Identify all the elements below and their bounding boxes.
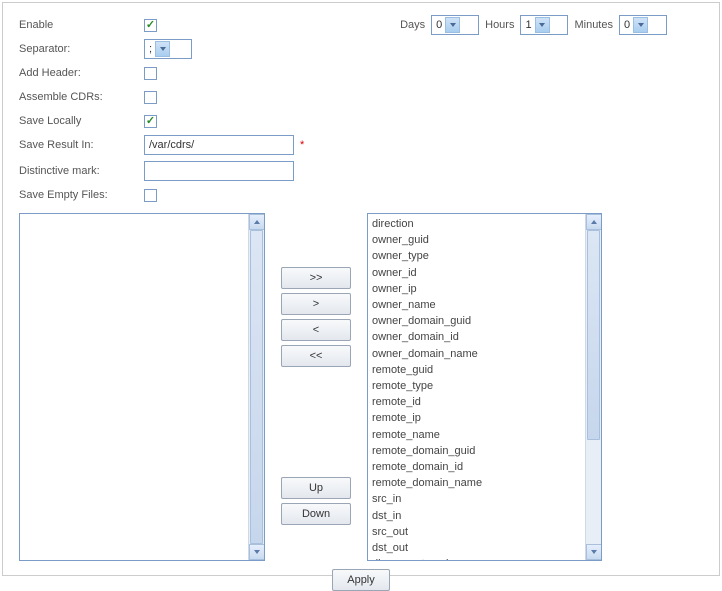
apply-button[interactable]: Apply <box>332 569 390 591</box>
list-item[interactable]: owner_name <box>372 297 597 313</box>
list-item[interactable]: remote_domain_name <box>372 475 597 491</box>
scrollbar-track[interactable] <box>250 230 263 544</box>
assemble-cdrs-label: Assemble CDRs: <box>19 91 144 103</box>
move-all-left-button[interactable]: << <box>281 345 351 367</box>
separator-select[interactable]: ; <box>144 39 192 59</box>
list-item[interactable]: remote_domain_id <box>372 459 597 475</box>
save-empty-files-checkbox[interactable] <box>144 189 157 202</box>
down-button[interactable]: Down <box>281 503 351 525</box>
scroll-up-icon[interactable] <box>249 214 265 230</box>
separator-value: ; <box>149 43 152 55</box>
selected-items-container <box>20 214 264 218</box>
list-item[interactable]: direction <box>372 216 597 232</box>
list-item[interactable]: owner_ip <box>372 281 597 297</box>
scroll-down-icon[interactable] <box>586 544 602 560</box>
add-header-checkbox[interactable] <box>144 67 157 80</box>
list-item[interactable]: src_in <box>372 491 597 507</box>
list-controls: >> > < << Up Down <box>265 213 367 561</box>
minutes-value: 0 <box>624 19 630 31</box>
distinctive-mark-label: Distinctive mark: <box>19 165 144 177</box>
move-all-right-button[interactable]: >> <box>281 267 351 289</box>
available-items-container: directionowner_guidowner_typeowner_idown… <box>368 214 601 561</box>
save-result-in-label: Save Result In: <box>19 139 144 151</box>
list-item[interactable]: disconnect_code <box>372 556 597 561</box>
save-empty-files-label: Save Empty Files: <box>19 189 144 201</box>
scrollbar[interactable] <box>248 214 264 560</box>
enable-label: Enable <box>19 19 144 31</box>
enable-checkbox[interactable] <box>144 19 157 32</box>
scrollbar-thumb[interactable] <box>587 230 600 440</box>
minutes-label: Minutes <box>574 19 613 31</box>
save-result-in-value: /var/cdrs/ <box>149 139 194 151</box>
hours-value: 1 <box>525 19 531 31</box>
list-item[interactable]: remote_domain_guid <box>372 443 597 459</box>
chevron-down-icon <box>535 17 550 33</box>
up-button[interactable]: Up <box>281 477 351 499</box>
required-asterisk-icon: * <box>300 139 304 151</box>
chevron-down-icon <box>155 41 170 57</box>
save-locally-checkbox[interactable] <box>144 115 157 128</box>
list-item[interactable]: owner_guid <box>372 232 597 248</box>
assemble-cdrs-checkbox[interactable] <box>144 91 157 104</box>
list-item[interactable]: remote_guid <box>372 362 597 378</box>
list-item[interactable]: dst_in <box>372 508 597 524</box>
time-controls: Days 0 Hours 1 Minutes 0 <box>398 15 667 35</box>
available-fields-listbox[interactable]: directionowner_guidowner_typeowner_idown… <box>367 213 602 561</box>
days-label: Days <box>400 19 425 31</box>
add-header-label: Add Header: <box>19 67 144 79</box>
list-item[interactable]: remote_name <box>372 427 597 443</box>
save-locally-label: Save Locally <box>19 115 144 127</box>
chevron-down-icon <box>445 17 460 33</box>
list-item[interactable]: remote_type <box>372 378 597 394</box>
hours-label: Hours <box>485 19 514 31</box>
list-item[interactable]: owner_domain_id <box>372 329 597 345</box>
hours-select[interactable]: 1 <box>520 15 568 35</box>
days-select[interactable]: 0 <box>431 15 479 35</box>
dual-list-selector: >> > < << Up Down directionowner_guidown… <box>19 213 703 561</box>
scroll-down-icon[interactable] <box>249 544 265 560</box>
scroll-up-icon[interactable] <box>586 214 602 230</box>
list-item[interactable]: owner_type <box>372 248 597 264</box>
settings-panel: Days 0 Hours 1 Minutes 0 Enable Separato… <box>2 2 720 576</box>
list-item[interactable]: remote_id <box>372 394 597 410</box>
list-item[interactable]: owner_domain_name <box>372 346 597 362</box>
minutes-select[interactable]: 0 <box>619 15 667 35</box>
list-item[interactable]: owner_id <box>372 265 597 281</box>
scrollbar[interactable] <box>585 214 601 560</box>
separator-label: Separator: <box>19 43 144 55</box>
distinctive-mark-input[interactable] <box>144 161 294 181</box>
selected-fields-listbox[interactable] <box>19 213 265 561</box>
list-item[interactable]: owner_domain_guid <box>372 313 597 329</box>
list-item[interactable]: src_out <box>372 524 597 540</box>
move-right-button[interactable]: > <box>281 293 351 315</box>
move-left-button[interactable]: < <box>281 319 351 341</box>
list-item[interactable]: remote_ip <box>372 410 597 426</box>
list-item[interactable]: dst_out <box>372 540 597 556</box>
days-value: 0 <box>436 19 442 31</box>
save-result-in-input[interactable]: /var/cdrs/ <box>144 135 294 155</box>
chevron-down-icon <box>633 17 648 33</box>
